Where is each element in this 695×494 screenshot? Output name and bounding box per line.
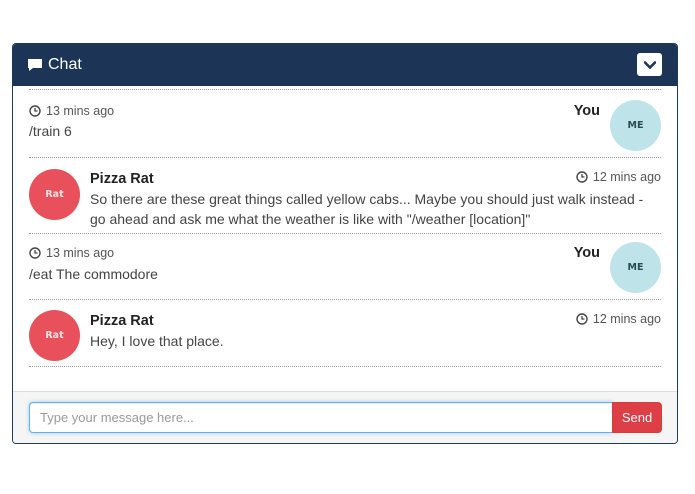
message-text: /eat The commodore [29, 266, 158, 282]
messages-list[interactable]: 13 mins ago /train 6 You ME Rat Pizza Ra… [13, 86, 677, 392]
chat-message-received: Rat Pizza Rat 12 mins ago Hey, I love th… [29, 299, 661, 367]
message-time-label: 13 mins ago [46, 246, 115, 260]
collapse-toggle-button[interactable] [637, 53, 662, 76]
message-time: 12 mins ago [576, 170, 661, 184]
message-time: 12 mins ago [576, 312, 661, 326]
chat-message-sent: 13 mins ago /train 6 You ME [29, 89, 661, 157]
message-time: 13 mins ago [29, 246, 114, 260]
sender-name: Pizza Rat [90, 313, 154, 329]
chevron-down-icon [643, 60, 656, 69]
message-time-label: 12 mins ago [592, 312, 661, 326]
message-text: Hey, I love that place. [90, 333, 224, 349]
avatar: ME [610, 242, 661, 293]
chat-footer: Send [13, 391, 677, 443]
message-time-label: 12 mins ago [592, 170, 661, 184]
message-text: So there are these great things called y… [90, 191, 644, 227]
comment-icon [28, 59, 42, 71]
avatar: ME [610, 100, 661, 151]
clock-icon [576, 171, 588, 183]
avatar: Rat [29, 169, 80, 220]
chat-header: Chat [13, 44, 677, 86]
chat-title: Chat [27, 56, 82, 74]
avatar: Rat [29, 310, 80, 361]
sender-name: Pizza Rat [90, 171, 154, 187]
clock-icon [29, 247, 41, 259]
chat-message-received: Rat Pizza Rat 12 mins ago So there are t… [29, 157, 661, 233]
message-time-label: 13 mins ago [46, 104, 115, 118]
message-text: /train 6 [29, 123, 72, 139]
clock-icon [29, 105, 41, 117]
sender-name: You [573, 103, 600, 119]
chat-title-label: Chat [48, 56, 82, 73]
send-button[interactable]: Send [612, 402, 662, 433]
clock-icon [576, 313, 588, 325]
chat-message-sent: 13 mins ago /eat The commodore You ME [29, 233, 661, 299]
message-input[interactable] [29, 402, 613, 433]
message-time: 13 mins ago [29, 104, 114, 118]
chat-panel: Chat 13 mins ago /train 6 You ME Rat Piz… [12, 43, 678, 444]
sender-name: You [573, 245, 600, 261]
